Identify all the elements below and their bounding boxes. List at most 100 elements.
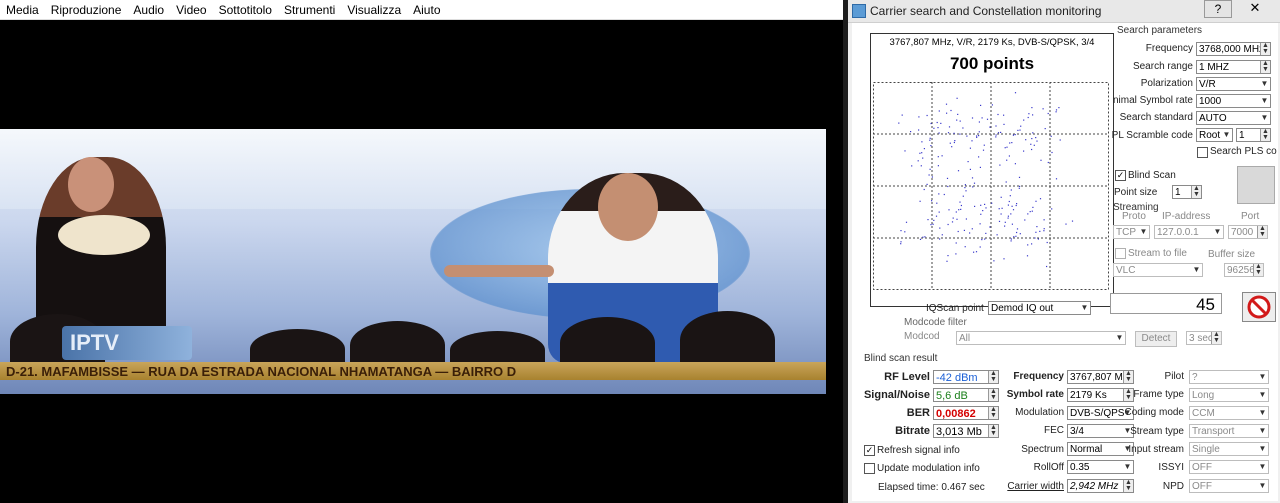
update-modulation-checkbox[interactable] bbox=[864, 463, 875, 474]
input-stream-select[interactable]: Single ▼ bbox=[1189, 442, 1269, 456]
constellation-dot bbox=[964, 246, 966, 248]
npd-select[interactable]: OFF ▼ bbox=[1189, 479, 1269, 493]
input-stream-label: Input stream bbox=[1128, 444, 1184, 455]
menu-video[interactable]: Video bbox=[170, 3, 212, 17]
issyi-select[interactable]: OFF ▼ bbox=[1189, 460, 1269, 474]
chevron-down-icon[interactable]: ▼ bbox=[1258, 425, 1267, 437]
iqscan-select[interactable]: Demod IQ out ▼ bbox=[988, 301, 1091, 315]
chevron-down-icon[interactable]: ▼ bbox=[1222, 129, 1231, 141]
carrier-width-label[interactable]: Carrier width bbox=[992, 481, 1064, 492]
chevron-down-icon[interactable]: ▼ bbox=[1115, 332, 1124, 344]
buffer-size-value: 96256 bbox=[1227, 265, 1255, 276]
frame-type-label: Frame type bbox=[1133, 389, 1184, 400]
chevron-down-icon[interactable]: ▼ bbox=[1258, 371, 1267, 383]
menu-media[interactable]: Media bbox=[0, 3, 45, 17]
point-size-input[interactable]: 1 ▲ ▼ bbox=[1172, 185, 1202, 199]
constellation-dot bbox=[979, 166, 981, 168]
pl-mode-select[interactable]: Root ▼ bbox=[1196, 128, 1233, 142]
constellation-dot bbox=[910, 131, 912, 133]
spin-arrows-icon[interactable]: ▲ ▼ bbox=[1260, 129, 1270, 141]
chevron-down-icon[interactable]: ▼ bbox=[1139, 226, 1148, 238]
constellation-dot bbox=[919, 152, 921, 154]
menu-tools[interactable]: Strumenti bbox=[278, 3, 341, 17]
detect-button[interactable]: Detect bbox=[1135, 331, 1177, 347]
search-standard-select[interactable]: AUTO ▼ bbox=[1196, 111, 1271, 125]
spin-arrows-icon[interactable]: ▲ ▼ bbox=[1253, 264, 1263, 276]
chevron-down-icon[interactable]: ▼ bbox=[1258, 407, 1267, 419]
dialog-titlebar[interactable]: Carrier search and Constellation monitor… bbox=[848, 0, 1280, 23]
avatar-icon[interactable] bbox=[1237, 166, 1275, 204]
constellation-dot bbox=[1047, 161, 1049, 164]
spin-arrows-icon[interactable]: ▲ ▼ bbox=[1257, 226, 1267, 238]
stop-button[interactable] bbox=[1242, 292, 1276, 322]
chevron-down-icon[interactable]: ▼ bbox=[1213, 226, 1222, 238]
menu-audio[interactable]: Audio bbox=[127, 3, 170, 17]
constellation-dot bbox=[1055, 109, 1058, 111]
close-button[interactable]: ✕ bbox=[1242, 0, 1268, 16]
rolloff-select[interactable]: 0.35 ▼ bbox=[1067, 460, 1134, 474]
polarization-select[interactable]: V/R ▼ bbox=[1196, 77, 1271, 91]
menu-help[interactable]: Aiuto bbox=[407, 3, 446, 17]
spin-arrows-icon[interactable]: ▲ ▼ bbox=[1191, 186, 1201, 198]
modcode-select[interactable]: All ▼ bbox=[956, 331, 1126, 345]
blind-scan-checkbox[interactable]: ✓ bbox=[1115, 170, 1126, 181]
constellation-dot bbox=[932, 223, 934, 225]
symbol-rate-select[interactable]: 1000 ▼ bbox=[1196, 94, 1271, 108]
constellation-dots bbox=[898, 92, 1074, 268]
search-range-input[interactable]: 1 MHZ ▲ ▼ bbox=[1196, 60, 1271, 74]
spin-arrows-icon[interactable]: ▲ ▼ bbox=[1211, 332, 1221, 344]
chevron-down-icon[interactable]: ▼ bbox=[1080, 302, 1089, 314]
chevron-down-icon[interactable]: ▼ bbox=[1258, 389, 1267, 401]
constellation-dot bbox=[995, 136, 997, 138]
spin-arrows-icon[interactable]: ▲ ▼ bbox=[1123, 371, 1133, 383]
ip-address-select[interactable]: 127.0.0.1 ▼ bbox=[1154, 225, 1224, 239]
spin-arrows-icon[interactable]: ▲ ▼ bbox=[1123, 480, 1133, 492]
ip-address-value: 127.0.0.1 bbox=[1157, 227, 1199, 238]
chevron-down-icon[interactable]: ▼ bbox=[1192, 264, 1201, 276]
menu-playback[interactable]: Riproduzione bbox=[45, 3, 128, 17]
rolloff-value: 0.35 bbox=[1070, 462, 1090, 473]
coding-mode-select[interactable]: CCM ▼ bbox=[1189, 406, 1269, 420]
chevron-down-icon[interactable]: ▼ bbox=[1260, 95, 1269, 107]
constellation-dot bbox=[1035, 200, 1037, 202]
pl-code-input[interactable]: 1 ▲ ▼ bbox=[1236, 128, 1271, 142]
search-pls-checkbox[interactable] bbox=[1197, 147, 1208, 158]
refresh-signal-checkbox[interactable]: ✓ bbox=[864, 445, 875, 456]
constellation-dot bbox=[941, 155, 943, 157]
constellation-dot bbox=[959, 201, 961, 203]
frame-type-select[interactable]: Long ▼ bbox=[1189, 388, 1269, 402]
point-size-value: 1 bbox=[1175, 187, 1181, 198]
chevron-down-icon[interactable]: ▼ bbox=[1258, 480, 1267, 492]
chevron-down-icon[interactable]: ▼ bbox=[1260, 112, 1269, 124]
rf-level-text: -42 dBm bbox=[936, 372, 978, 384]
detect-seconds-input[interactable]: 3 sec ▲ ▼ bbox=[1186, 331, 1222, 345]
buffer-size-input[interactable]: 96256 ▲ ▼ bbox=[1224, 263, 1264, 277]
spin-arrows-icon[interactable]: ▲ ▼ bbox=[1260, 61, 1270, 73]
pilot-select[interactable]: ? ▼ bbox=[1189, 370, 1269, 384]
constellation-dot bbox=[911, 165, 913, 167]
chevron-down-icon[interactable]: ▼ bbox=[1123, 461, 1132, 473]
constellation-dot bbox=[1010, 189, 1012, 191]
issyi-label: ISSYI bbox=[1158, 462, 1184, 473]
constellation-dot bbox=[931, 200, 933, 202]
constellation-dot bbox=[953, 141, 955, 144]
port-input[interactable]: 7000 ▲ ▼ bbox=[1228, 225, 1268, 239]
menu-view[interactable]: Visualizza bbox=[341, 3, 407, 17]
player-select[interactable]: VLC ▼ bbox=[1113, 263, 1203, 277]
chevron-down-icon[interactable]: ▼ bbox=[1260, 78, 1269, 90]
player-value: VLC bbox=[1116, 265, 1136, 276]
constellation-dot bbox=[1035, 231, 1037, 233]
chevron-down-icon[interactable]: ▼ bbox=[1258, 443, 1267, 455]
stream-to-file-checkbox[interactable] bbox=[1115, 248, 1126, 259]
proto-select[interactable]: TCP ▼ bbox=[1113, 225, 1150, 239]
menu-subtitle[interactable]: Sottotitolo bbox=[213, 3, 278, 17]
stream-type-select[interactable]: Transport ▼ bbox=[1189, 424, 1269, 438]
constellation-dot bbox=[1019, 233, 1021, 235]
help-button[interactable]: ? bbox=[1204, 0, 1232, 18]
video-frame[interactable]: IPTV D-21. MAFAMBISSE — RUA DA ESTRADA N… bbox=[0, 129, 826, 394]
chevron-down-icon[interactable]: ▼ bbox=[1258, 461, 1267, 473]
constellation-dot bbox=[1031, 107, 1033, 109]
frequency-input[interactable]: 3768,000 MHz ▲ ▼ bbox=[1196, 42, 1271, 56]
constellation-dot bbox=[1018, 176, 1021, 178]
spin-arrows-icon[interactable]: ▲ ▼ bbox=[1260, 43, 1270, 55]
